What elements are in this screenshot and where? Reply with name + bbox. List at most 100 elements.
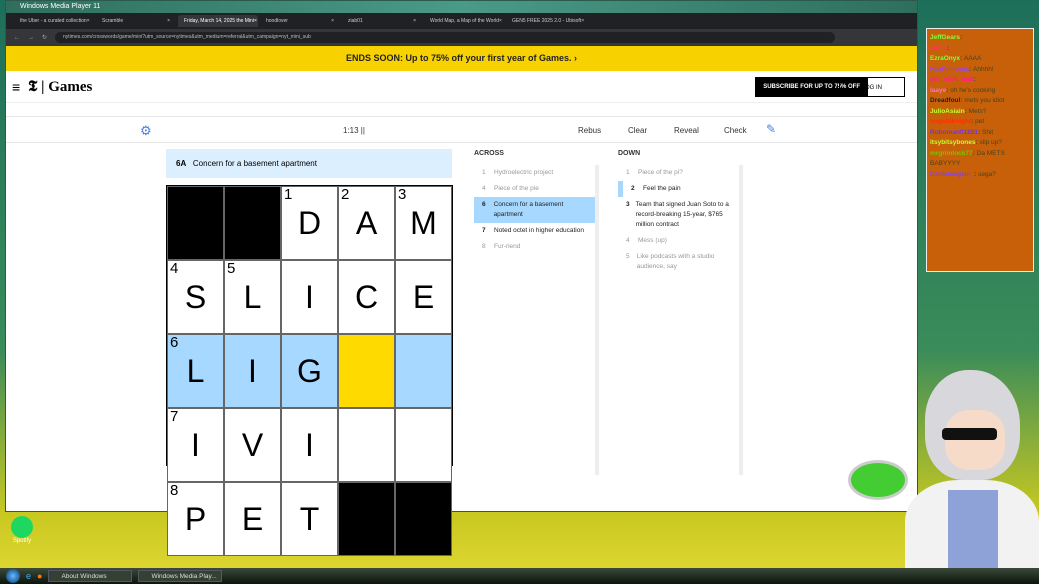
clue-text: Piece of the pi? — [638, 169, 683, 176]
grid-cell[interactable]: E — [224, 482, 281, 556]
check-button[interactable]: Check — [724, 126, 747, 135]
tab-close-icon[interactable]: × — [499, 15, 502, 27]
cell-letter: E — [412, 279, 435, 315]
grid-cell[interactable]: V — [224, 408, 281, 482]
tab-close-icon[interactable]: × — [167, 15, 170, 27]
taskbar-media-player[interactable]: Windows Media Play... — [138, 570, 223, 582]
browser-tab[interactable]: GEN5 FREE 2025 2.0 - Ubisoft × — [506, 15, 586, 27]
firefox-icon[interactable]: ● — [37, 571, 42, 581]
clue-item[interactable]: 6 Concern for a basement apartment — [474, 197, 595, 223]
tab-close-icon[interactable]: × — [331, 15, 334, 27]
chat-message: Roboman01851: Shit — [930, 128, 994, 136]
clue-number: 7 — [482, 227, 486, 234]
black-cell — [224, 186, 281, 260]
clue-item[interactable]: 4 Mess (up) — [618, 233, 739, 249]
tab-close-icon[interactable]: × — [581, 15, 584, 27]
cell-number: 5 — [227, 260, 236, 277]
games-logo[interactable]: 𝕿 | Games — [28, 78, 92, 96]
grid-cell[interactable]: 1D — [281, 186, 338, 260]
grid-cell[interactable]: T — [281, 482, 338, 556]
browser-tab[interactable]: Scramble × — [96, 15, 176, 27]
forward-icon[interactable]: → — [28, 35, 34, 41]
crossword-grid: 1D2A3M4S5LICE6LIG7IVI8PET — [166, 185, 453, 556]
tab-title: hoodlover — [266, 18, 288, 24]
grid-cell[interactable]: 7I — [167, 408, 224, 482]
cell-number: 6 — [170, 334, 179, 351]
clue-item[interactable]: 3 Team that signed Juan Soto to a record-… — [618, 197, 739, 233]
rebus-button[interactable]: Rebus — [578, 126, 601, 135]
spotify-desktop-icon[interactable]: Spotify — [8, 516, 36, 544]
taskbar-about-windows[interactable]: About Windows — [48, 570, 133, 582]
chat-username: HexPrincess — [930, 65, 970, 73]
pencil-icon[interactable]: ✎ — [766, 122, 776, 136]
grid-cell[interactable]: G — [281, 334, 338, 408]
browser-tab[interactable]: ziab01 × — [342, 15, 422, 27]
tab-close-icon[interactable]: × — [413, 15, 416, 27]
chat-username: itsybitsybones — [930, 139, 976, 146]
grid-cell[interactable]: I — [281, 408, 338, 482]
chat-message: JeffGears: — [930, 34, 963, 41]
cell-number: 4 — [170, 260, 179, 277]
browser-tab[interactable]: the Uber - a curated collection × — [14, 15, 94, 27]
grid-cell[interactable]: 8P — [167, 482, 224, 556]
clue-number: 8 — [482, 243, 486, 250]
ie-icon[interactable]: e — [26, 571, 31, 581]
grid-cell[interactable]: 2A — [338, 186, 395, 260]
grid-cell[interactable]: I — [281, 260, 338, 334]
grid-cell[interactable] — [338, 334, 395, 408]
grid-cell[interactable]: C — [338, 260, 395, 334]
chat-text: Ahhhh! — [973, 65, 994, 73]
grid-cell[interactable]: I — [224, 334, 281, 408]
grid-cell[interactable]: 4S — [167, 260, 224, 334]
grid-cell[interactable] — [338, 408, 395, 482]
site-header: ≡ 𝕿 | Games SUBSCRIBE FOR UP TO 75% OFF … — [6, 71, 917, 103]
clue-item[interactable]: 8 Fur-riend — [474, 239, 595, 255]
cell-letter: L — [186, 353, 205, 389]
tab-close-icon[interactable]: × — [87, 15, 90, 27]
clue-number: 4 — [626, 237, 630, 244]
chat-username: JulioAsiain — [930, 107, 965, 115]
login-button[interactable]: LOG IN — [838, 77, 905, 97]
back-icon[interactable]: ← — [14, 35, 20, 41]
clue-item[interactable]: 1 Piece of the pi? — [618, 165, 739, 181]
reveal-button[interactable]: Reveal — [674, 126, 699, 135]
reload-icon[interactable]: ↻ — [42, 34, 47, 41]
cell-letter: V — [241, 427, 264, 463]
chat-username: got_click_bait — [930, 76, 974, 83]
cell-letter: M — [410, 205, 437, 241]
clue-text: Mess (up) — [638, 237, 667, 244]
grid-cell[interactable] — [395, 408, 452, 482]
grid-cell[interactable]: 5L — [224, 260, 281, 334]
active-clue-bar: 6A Concern for a basement apartment — [166, 149, 452, 178]
browser-tab[interactable]: Friday, March 14, 2025 the Mini × — [178, 15, 258, 27]
chat-message: mrgrimlock77: Da METS BABYYYY — [930, 149, 1005, 168]
menu-icon[interactable]: ≡ — [12, 79, 20, 95]
grid-cell[interactable]: 6L — [167, 334, 224, 408]
clue-text: Concern for a basement apartment — [493, 201, 564, 218]
clue-item[interactable]: 1 Hydroelectric project — [474, 165, 595, 181]
chat-message: nugettiknight: pet — [930, 118, 985, 125]
tab-title: Friday, March 14, 2025 the Mini — [184, 18, 254, 24]
grid-cell[interactable]: E — [395, 260, 452, 334]
start-button[interactable] — [6, 569, 20, 583]
clue-item[interactable]: 5 Like podcasts with a studio audience, s… — [618, 249, 739, 275]
grid-cell[interactable] — [395, 334, 452, 408]
chat-username: Roboman01851 — [930, 128, 979, 136]
url-input[interactable]: nytimes.com/crosswords/game/mini?utm_sou… — [55, 32, 836, 43]
chat-message: Dreadfoul: mets you idiot — [930, 97, 1005, 104]
promo-banner[interactable]: ENDS SOON: Up to 75% off your first year… — [6, 46, 917, 71]
tab-title: World Map, a Map of the World — [430, 18, 500, 24]
clear-button[interactable]: Clear — [628, 126, 647, 135]
settings-gear-icon[interactable]: ⚙ — [140, 123, 152, 139]
grid-cell[interactable]: 3M — [395, 186, 452, 260]
timer[interactable]: 1:13 || — [343, 126, 365, 135]
clue-item[interactable]: 7 Noted octet in higher education — [474, 223, 595, 239]
tab-close-icon[interactable]: × — [254, 15, 257, 27]
chat-username: c6r1s — [930, 44, 947, 52]
browser-tab[interactable]: hoodlover × — [260, 15, 340, 27]
clue-item[interactable]: 2 Feel the pain — [618, 181, 739, 197]
clue-item[interactable]: 4 Piece of the pie — [474, 181, 595, 197]
browser-tab[interactable]: World Map, a Map of the World × — [424, 15, 504, 27]
clue-number: 3 — [626, 201, 630, 208]
chat-message: c6r1s: — [930, 44, 950, 52]
